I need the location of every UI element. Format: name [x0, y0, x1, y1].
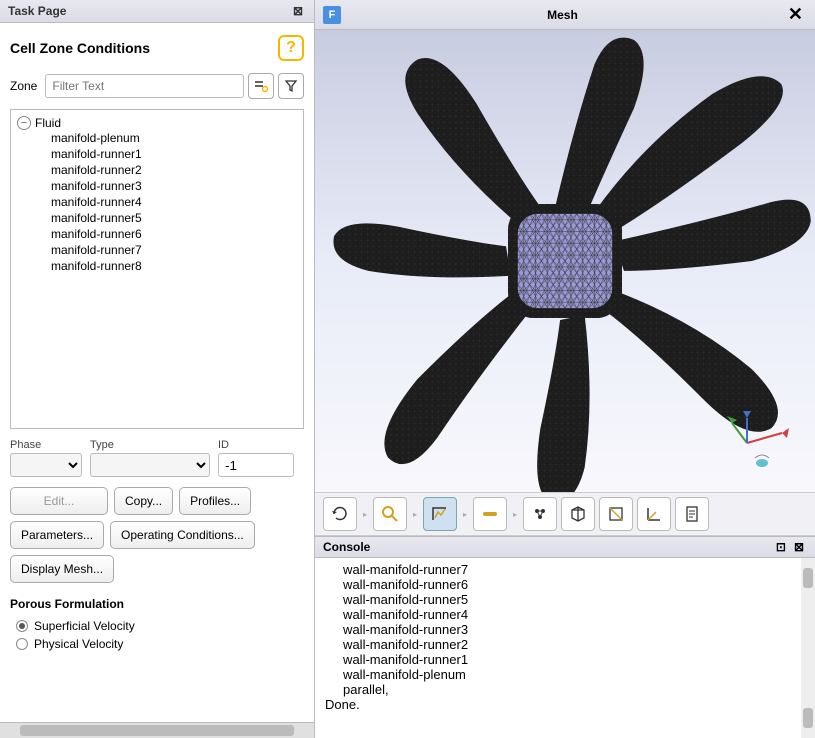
radio-physical-label: Physical Velocity [34, 637, 123, 651]
phase-label: Phase [10, 439, 82, 451]
console-line: wall-manifold-runner2 [325, 637, 805, 652]
tree-item[interactable]: manifold-runner8 [51, 258, 297, 274]
console-title: Console [323, 540, 370, 554]
console-line: wall-manifold-runner5 [325, 592, 805, 607]
radio-physical[interactable]: Physical Velocity [10, 635, 304, 653]
mesh-viewport[interactable] [315, 30, 815, 492]
zone-tree[interactable]: − Fluid manifold-plenummanifold-runner1m… [10, 109, 304, 429]
toolbar-separator: ▸ [461, 510, 469, 519]
scrollbar-thumb[interactable] [803, 568, 813, 588]
toolbar-separator: ▸ [361, 510, 369, 519]
collapse-icon[interactable]: − [17, 116, 31, 130]
tree-item[interactable]: manifold-runner2 [51, 162, 297, 178]
mesh-title: Mesh [341, 8, 784, 22]
radio-icon [16, 620, 28, 632]
tree-item[interactable]: manifold-runner7 [51, 242, 297, 258]
dropdown-row: Phase Type ID [0, 435, 314, 481]
task-header: Task Page ⊠ [0, 0, 314, 23]
clip-icon[interactable] [599, 497, 633, 531]
task-title: Task Page [8, 4, 66, 18]
horizontal-scrollbar[interactable] [0, 722, 314, 738]
tree-item[interactable]: manifold-runner3 [51, 178, 297, 194]
console-body[interactable]: wall-manifold-runner7 wall-manifold-runn… [315, 558, 815, 738]
type-select[interactable] [90, 453, 210, 477]
id-input[interactable] [218, 453, 294, 477]
porous-section: Porous Formulation Superficial Velocity … [0, 589, 314, 661]
radio-icon [16, 638, 28, 650]
display-mesh-button[interactable]: Display Mesh... [10, 555, 114, 583]
phase-select[interactable] [10, 453, 82, 477]
console-line: wall-manifold-runner6 [325, 577, 805, 592]
close-icon[interactable]: ⊠ [290, 4, 306, 18]
axes-icon[interactable] [637, 497, 671, 531]
section-title: Cell Zone Conditions [10, 40, 150, 56]
tree-item[interactable]: manifold-runner1 [51, 146, 297, 162]
tree-item[interactable]: manifold-runner6 [51, 226, 297, 242]
settings-icon[interactable] [523, 497, 557, 531]
axis-triad-icon [717, 408, 797, 478]
radio-superficial[interactable]: Superficial Velocity [10, 617, 304, 635]
zone-filter-row: Zone [0, 69, 314, 103]
filter-toggle-icon[interactable] [278, 73, 304, 99]
zoom-icon[interactable] [373, 497, 407, 531]
cube-icon[interactable] [561, 497, 595, 531]
tree-item[interactable]: manifold-runner4 [51, 194, 297, 210]
console-line: Done. [325, 697, 805, 712]
viewport-toolbar: ▸ ▸ ▸ ▸ [315, 492, 815, 536]
button-row-1: Edit... Copy... Profiles... [0, 481, 314, 521]
console-line: wall-manifold-runner4 [325, 607, 805, 622]
zone-filter-input[interactable] [45, 74, 244, 98]
toolbar-separator: ▸ [411, 510, 419, 519]
section-title-row: Cell Zone Conditions ? [0, 23, 314, 69]
tree-item[interactable]: manifold-plenum [51, 130, 297, 146]
help-icon[interactable]: ? [278, 35, 304, 61]
measure-icon[interactable] [473, 497, 507, 531]
scrollbar-thumb[interactable] [20, 725, 294, 736]
app-badge: F [323, 6, 341, 24]
tree-item[interactable]: manifold-runner5 [51, 210, 297, 226]
edit-button[interactable]: Edit... [10, 487, 108, 515]
tree-root-label: Fluid [35, 116, 61, 130]
console-line: wall-manifold-runner3 [325, 622, 805, 637]
parameters-button[interactable]: Parameters... [10, 521, 104, 549]
close-icon[interactable]: ✕ [784, 4, 807, 25]
console-close-icon[interactable]: ⊠ [791, 540, 807, 554]
filter-options-icon[interactable] [248, 73, 274, 99]
rotate-icon[interactable] [323, 497, 357, 531]
zone-label: Zone [10, 79, 37, 93]
profiles-button[interactable]: Profiles... [179, 487, 251, 515]
task-panel: Task Page ⊠ Cell Zone Conditions ? Zone … [0, 0, 315, 738]
console-line: wall-manifold-runner7 [325, 562, 805, 577]
copy-button[interactable]: Copy... [114, 487, 173, 515]
console-line: parallel, [325, 682, 805, 697]
button-row-3: Display Mesh... [0, 555, 314, 589]
id-label: ID [218, 439, 294, 451]
console-line: wall-manifold-plenum [325, 667, 805, 682]
toolbar-separator: ▸ [511, 510, 519, 519]
porous-title: Porous Formulation [10, 597, 304, 611]
button-row-2: Parameters... Operating Conditions... [0, 521, 314, 555]
display-icon[interactable] [423, 497, 457, 531]
report-icon[interactable] [675, 497, 709, 531]
console-restore-icon[interactable]: ⊡ [773, 540, 789, 554]
scrollbar-thumb[interactable] [803, 708, 813, 728]
console-header: Console ⊡ ⊠ [315, 536, 815, 558]
mesh-header: F Mesh ✕ [315, 0, 815, 30]
console-scrollbar[interactable] [801, 558, 815, 738]
operating-conditions-button[interactable]: Operating Conditions... [110, 521, 255, 549]
radio-superficial-label: Superficial Velocity [34, 619, 135, 633]
right-panel: F Mesh ✕ [315, 0, 815, 738]
tree-root-row[interactable]: − Fluid [17, 116, 297, 130]
console-line: wall-manifold-runner1 [325, 652, 805, 667]
tree-children: manifold-plenummanifold-runner1manifold-… [51, 130, 297, 274]
type-label: Type [90, 439, 210, 451]
